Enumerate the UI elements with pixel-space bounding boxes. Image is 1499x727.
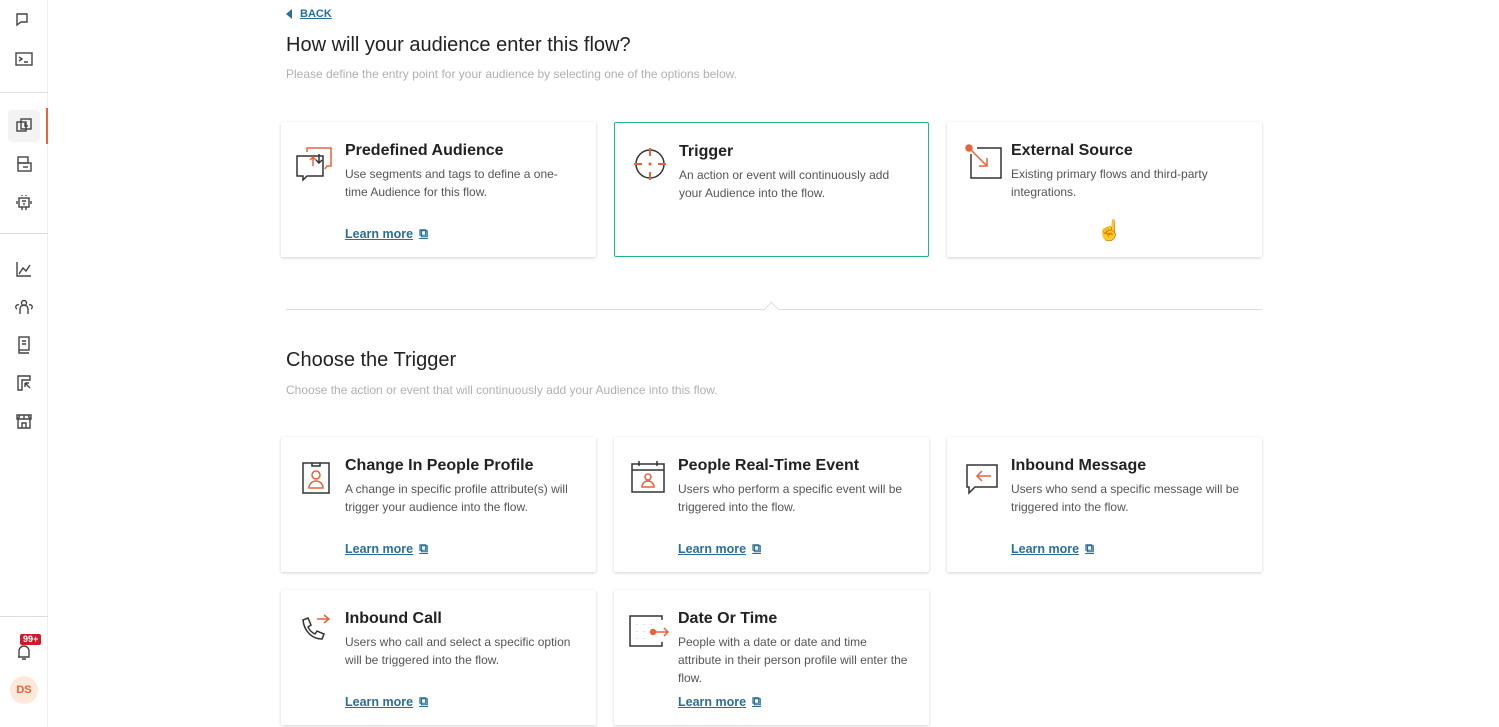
page-subtitle: Please define the entry point for your a…: [286, 67, 737, 81]
templates-icon[interactable]: [8, 367, 40, 399]
learn-more-label: Learn more: [345, 541, 414, 556]
external-source-icon: [961, 144, 1003, 182]
flows-icon[interactable]: [8, 110, 40, 142]
store-icon[interactable]: [8, 405, 40, 437]
learn-more-label: Learn more: [345, 694, 414, 709]
calendar-person-icon: [628, 459, 670, 497]
learn-more-link[interactable]: Learn more ⧉: [345, 226, 428, 241]
hand-cursor-icon: ☝: [1097, 220, 1122, 242]
external-link-icon: ⧉: [419, 541, 429, 555]
sidebar: 99+ DS: [0, 0, 48, 727]
sidebar-divider: [0, 616, 48, 617]
card-title: Inbound Call: [345, 610, 442, 627]
card-title: Inbound Message: [1011, 457, 1147, 474]
card-description: Users who send a specific message will b…: [1011, 482, 1240, 514]
catalog-icon[interactable]: [8, 329, 40, 361]
card-title: Predefined Audience: [345, 142, 504, 159]
avatar[interactable]: DS: [10, 676, 38, 704]
card-inbound-message[interactable]: Inbound Message Users who send a specifi…: [947, 437, 1262, 572]
card-title: People Real-Time Event: [678, 457, 860, 474]
back-link[interactable]: BACK: [286, 8, 332, 20]
card-trigger[interactable]: Trigger An action or event will continuo…: [614, 122, 929, 257]
card-predefined-audience[interactable]: Predefined Audience Use segments and tag…: [281, 122, 596, 257]
learn-more-link[interactable]: Learn more ⧉: [678, 694, 761, 709]
card-inbound-call[interactable]: Inbound Call Users who call and select a…: [281, 590, 596, 725]
card-description: Users who call and select a specific opt…: [345, 635, 571, 667]
learn-more-label: Learn more: [1011, 541, 1080, 556]
card-description: An action or event will continuously add…: [679, 168, 890, 200]
card-description: People with a date or date and time attr…: [678, 635, 908, 685]
learn-more-link[interactable]: Learn more ⧉: [345, 541, 428, 556]
card-description: A change in specific profile attribute(s…: [345, 482, 568, 514]
external-link-icon: ⧉: [419, 226, 429, 240]
selection-pointer: [763, 301, 780, 318]
chat-icon[interactable]: [8, 4, 40, 36]
inbound-call-icon: [295, 612, 337, 650]
notification-badge: 99+: [20, 634, 42, 645]
date-time-icon: [628, 612, 670, 650]
profile-badge-icon: [295, 459, 337, 497]
bot-icon[interactable]: [8, 186, 40, 218]
sidebar-divider: [0, 233, 48, 234]
external-link-icon: ⧉: [752, 694, 762, 708]
learn-more-label: Learn more: [678, 541, 747, 556]
learn-more-label: Learn more: [678, 694, 747, 709]
card-people-real-time-event[interactable]: People Real-Time Event Users who perform…: [614, 437, 929, 572]
learn-more-label: Learn more: [345, 226, 414, 241]
page-title: How will your audience enter this flow?: [286, 34, 631, 56]
card-title: Date Or Time: [678, 610, 778, 627]
audience-swap-icon: [295, 144, 337, 182]
learn-more-link[interactable]: Learn more ⧉: [678, 541, 761, 556]
back-arrow-icon: [286, 9, 292, 19]
analytics-icon[interactable]: [8, 253, 40, 285]
sidebar-divider: [0, 92, 48, 93]
card-change-in-people-profile[interactable]: Change In People Profile A change in spe…: [281, 437, 596, 572]
active-indicator: [46, 108, 48, 144]
crosshair-icon: [629, 145, 671, 183]
card-title: External Source: [1011, 142, 1133, 159]
inbound-message-icon: [961, 459, 1003, 497]
card-description: Users who perform a specific event will …: [678, 482, 903, 514]
section-subtitle: Choose the action or event that will con…: [286, 383, 718, 397]
card-title: Trigger: [679, 143, 734, 160]
learn-more-link[interactable]: Learn more ⧉: [345, 694, 428, 709]
card-date-or-time[interactable]: Date Or Time People with a date or date …: [614, 590, 929, 725]
card-title: Change In People Profile: [345, 457, 534, 474]
campaigns-icon[interactable]: [8, 148, 40, 180]
external-link-icon: ⧉: [419, 694, 429, 708]
external-link-icon: ⧉: [752, 541, 762, 555]
card-description: Existing primary flows and third-party i…: [1011, 167, 1208, 199]
audience-icon[interactable]: [8, 291, 40, 323]
back-label: BACK: [300, 8, 332, 20]
section-title: Choose the Trigger: [286, 349, 457, 371]
card-description: Use segments and tags to define a one-ti…: [345, 167, 558, 199]
learn-more-link[interactable]: Learn more ⧉: [1011, 541, 1094, 556]
external-link-icon: ⧉: [1085, 541, 1095, 555]
terminal-icon[interactable]: [8, 43, 40, 75]
